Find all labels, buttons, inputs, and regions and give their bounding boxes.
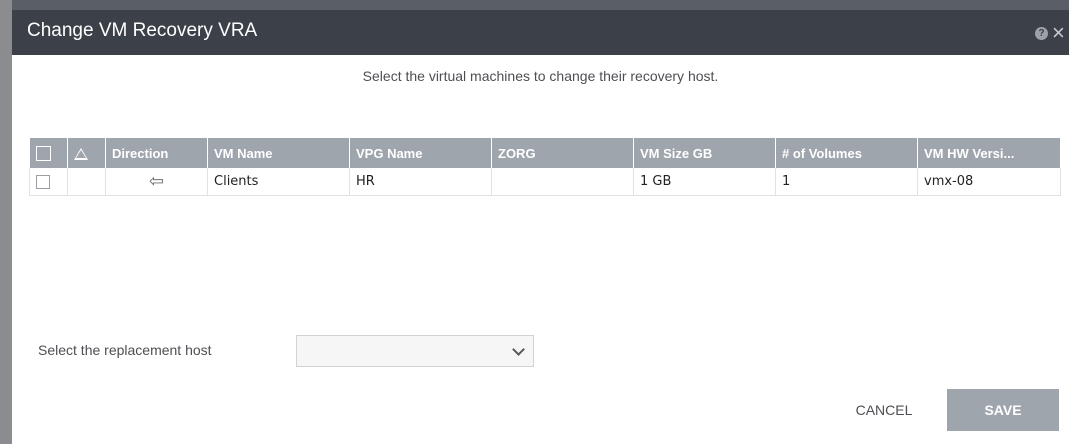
column-header-hw-version[interactable]: VM HW Versi...	[917, 138, 1061, 168]
volumes-cell: 1	[775, 168, 918, 196]
row-status-cell	[67, 168, 106, 196]
vm-size-cell: 1 GB	[633, 168, 776, 196]
zorg-cell	[491, 168, 634, 196]
cancel-button[interactable]: CANCEL	[844, 389, 924, 431]
replacement-host-select[interactable]	[296, 335, 534, 367]
replacement-host-label: Select the replacement host	[38, 342, 212, 358]
dialog-titlebar: Change VM Recovery VRA ? ×	[12, 0, 1069, 55]
arrow-left-icon: ⇦	[148, 171, 165, 192]
vm-table: Direction VM Name VPG Name ZORG VM Size …	[29, 138, 1061, 196]
column-header-vm-name[interactable]: VM Name	[207, 138, 350, 168]
select-all-header[interactable]	[29, 138, 68, 168]
sort-header[interactable]	[67, 138, 106, 168]
background-frame	[0, 0, 12, 444]
change-vm-recovery-dialog: Change VM Recovery VRA ? × Select the vi…	[12, 0, 1069, 444]
dialog-title: Change VM Recovery VRA	[27, 20, 258, 41]
table-header-row: Direction VM Name VPG Name ZORG VM Size …	[29, 138, 1061, 168]
table-row[interactable]: ⇦ Clients HR 1 GB 1 vmx-08	[29, 168, 1061, 196]
vpg-name-cell: HR	[349, 168, 492, 196]
column-header-direction[interactable]: Direction	[105, 138, 208, 168]
row-select-cell[interactable]	[29, 168, 68, 196]
column-header-vpg-name[interactable]: VPG Name	[349, 138, 492, 168]
row-checkbox[interactable]	[36, 174, 50, 189]
column-header-zorg[interactable]: ZORG	[491, 138, 634, 168]
close-icon[interactable]: ×	[1052, 20, 1065, 46]
column-header-vm-size[interactable]: VM Size GB	[633, 138, 776, 168]
direction-cell: ⇦	[105, 168, 208, 196]
save-button[interactable]: SAVE	[947, 389, 1059, 431]
sort-triangle-icon[interactable]	[74, 148, 88, 161]
instruction-text: Select the virtual machines to change th…	[362, 68, 719, 84]
help-icon[interactable]: ?	[1035, 27, 1048, 40]
chevron-down-icon[interactable]	[512, 343, 525, 356]
column-header-volumes[interactable]: # of Volumes	[775, 138, 918, 168]
select-all-checkbox[interactable]	[35, 146, 51, 162]
hw-version-cell: vmx-08	[917, 168, 1061, 196]
vm-name-cell: Clients	[207, 168, 350, 196]
